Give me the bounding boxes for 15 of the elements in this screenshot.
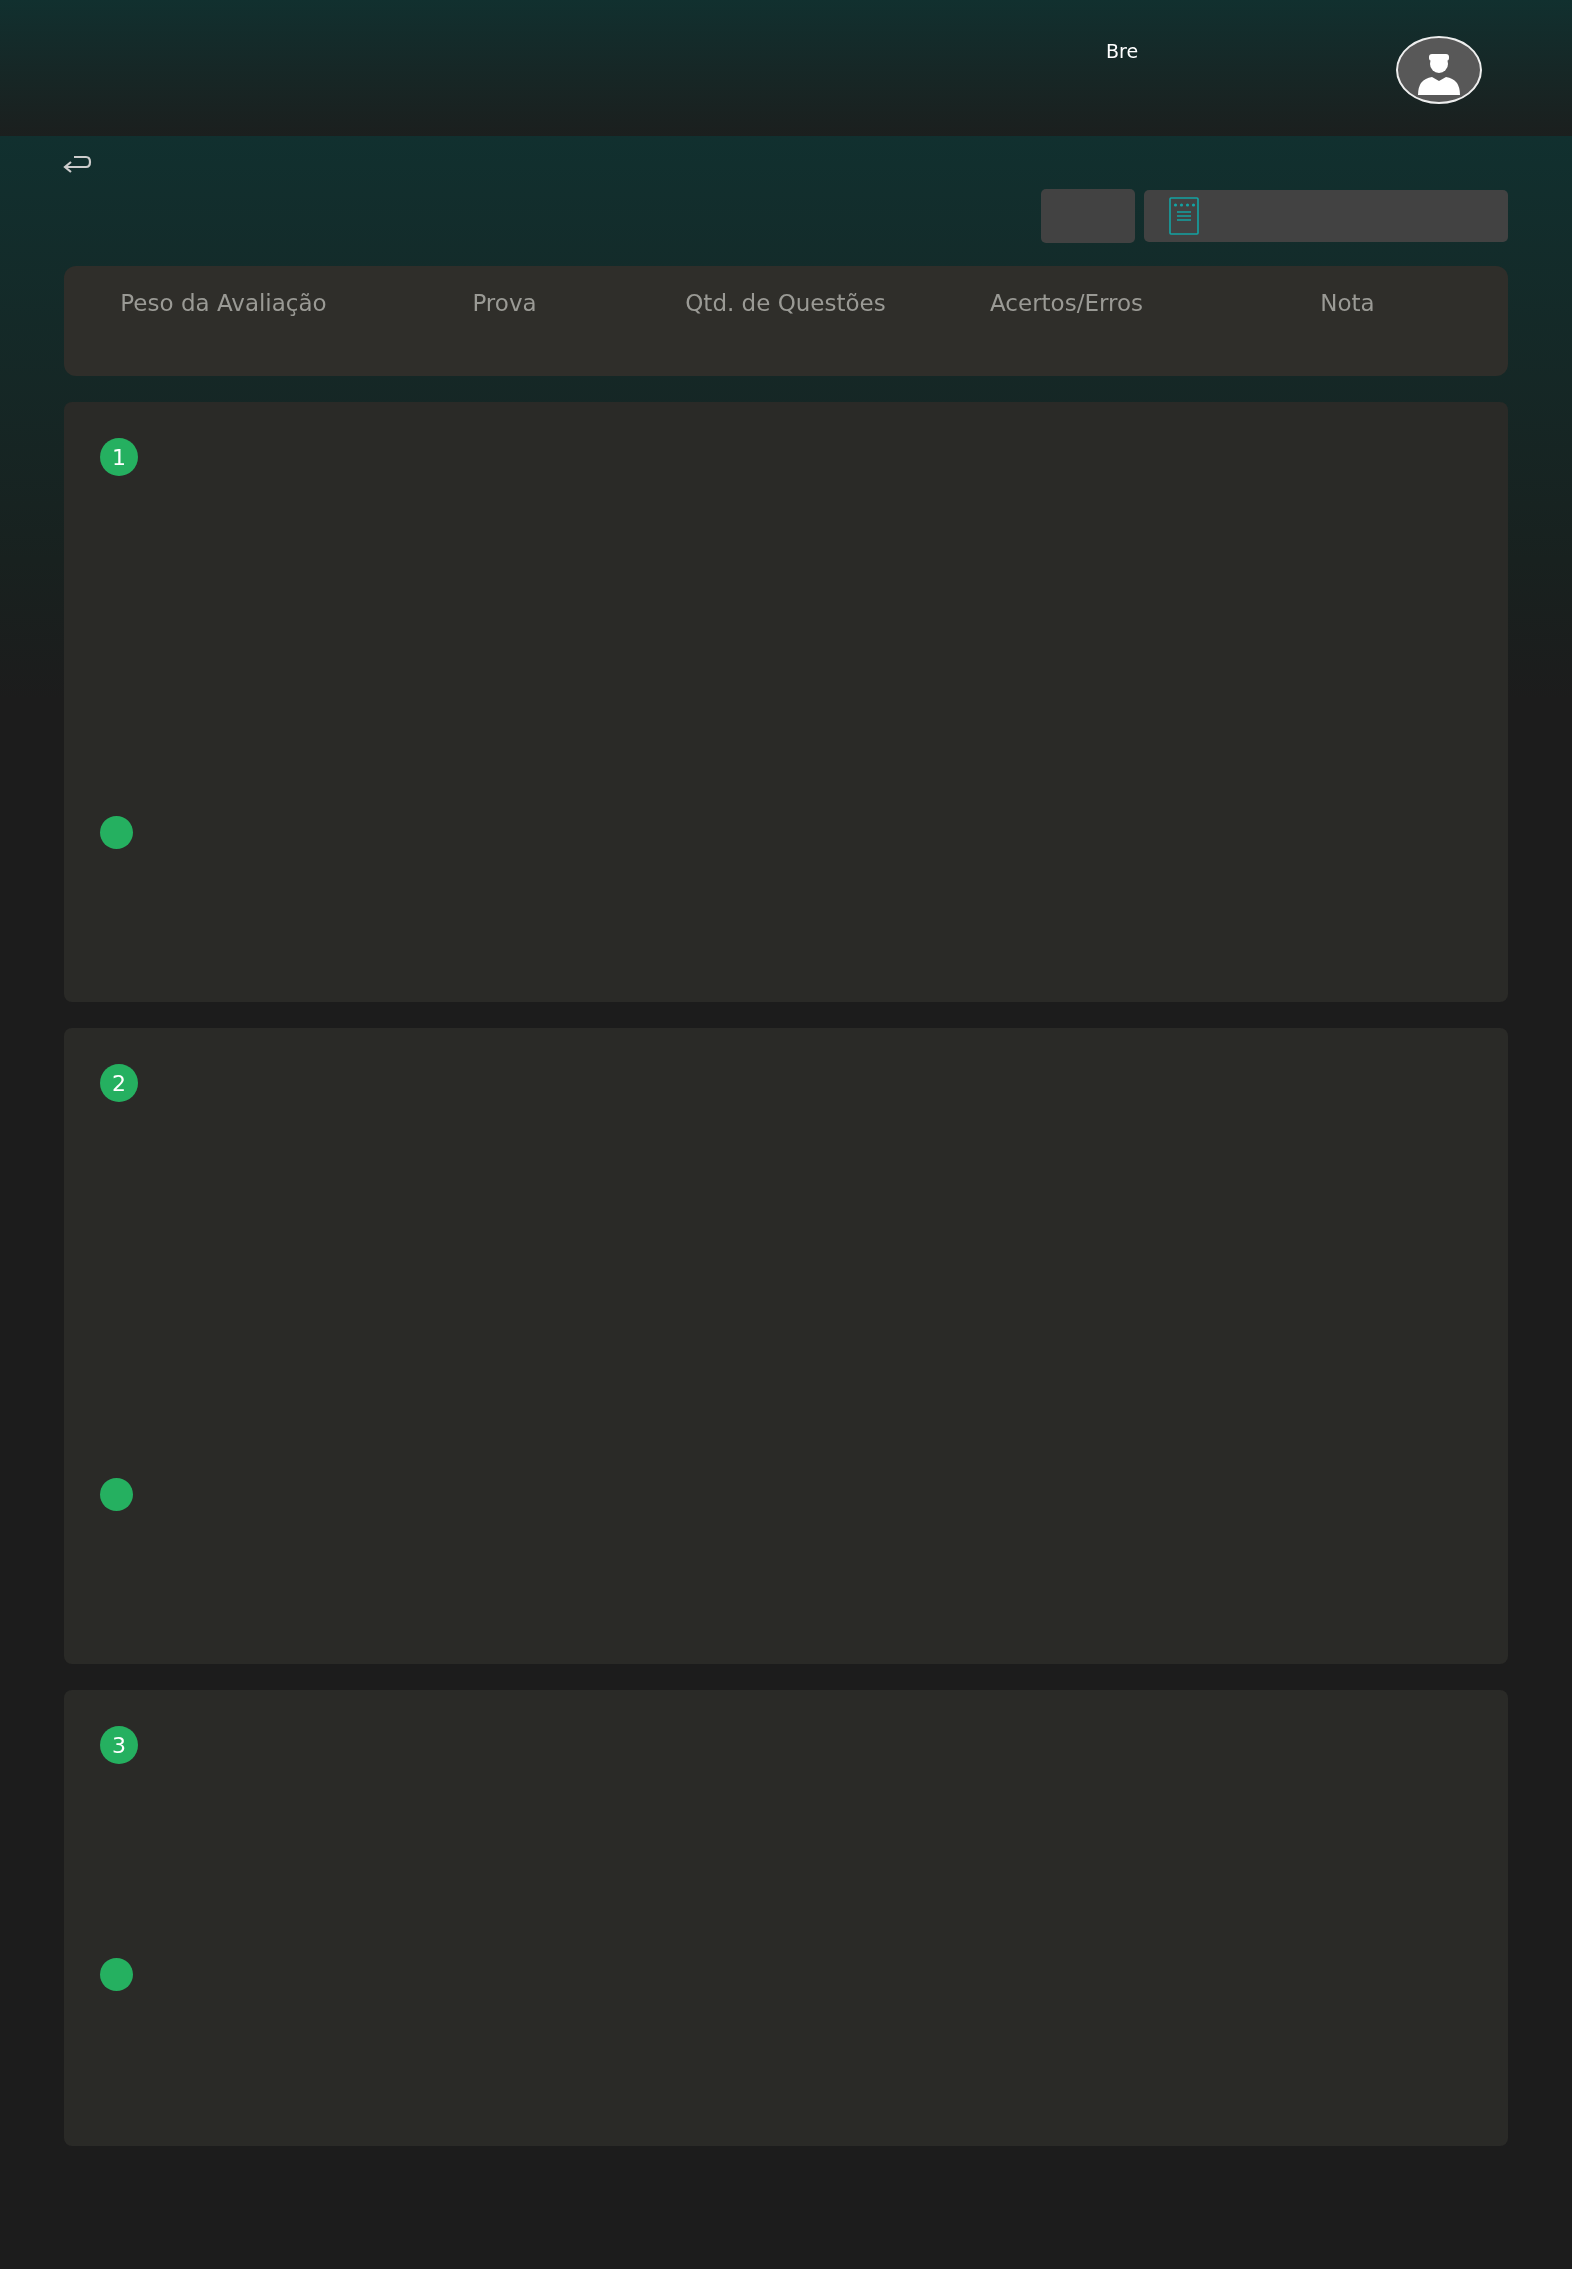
column-header: Nota — [1320, 290, 1375, 318]
number-badge: 1 — [100, 438, 138, 476]
back-arrow-icon[interactable] — [62, 154, 92, 176]
column-header: Qtd. de Questões — [685, 290, 886, 318]
status-dot — [100, 1478, 133, 1511]
column-header: Peso da Avaliação — [120, 290, 327, 318]
number-badge: 2 — [100, 1064, 138, 1102]
document-field[interactable] — [1144, 190, 1508, 242]
document-icon — [1169, 197, 1199, 235]
status-dot — [100, 816, 133, 849]
number-badge: 3 — [100, 1726, 138, 1764]
user-name: Bre — [1106, 40, 1139, 62]
status-dot — [100, 1958, 133, 1991]
column-header: Prova — [472, 290, 537, 318]
column-header: Acertos/Erros — [990, 290, 1143, 318]
